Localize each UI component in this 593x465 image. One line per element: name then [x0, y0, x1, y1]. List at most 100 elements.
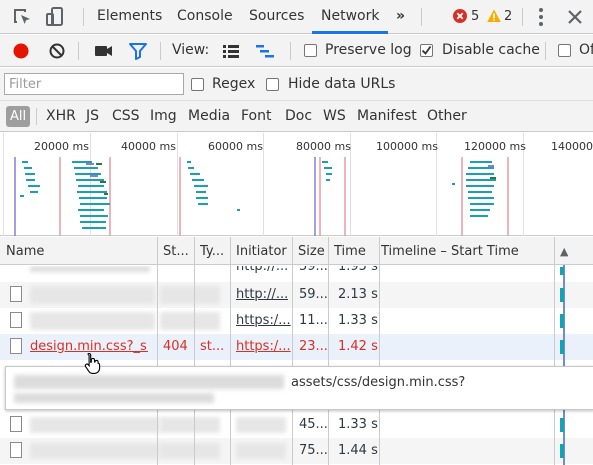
tab-elements[interactable]: Elements [97, 8, 162, 24]
column-status[interactable]: St... [163, 244, 189, 259]
clear-icon[interactable] [45, 39, 69, 63]
waterfall-bar [560, 418, 564, 432]
device-toolbar-icon[interactable] [44, 5, 68, 29]
type-doc[interactable]: Doc [285, 108, 312, 124]
tab-divider [421, 8, 422, 26]
sort-ascending-icon[interactable]: ▲ [560, 245, 568, 258]
row-initiator[interactable]: https:/... [236, 313, 291, 328]
devtools-tabbar: Elements Console Sources Network » 5 2 [0, 0, 593, 34]
row-size: 59... [299, 266, 328, 274]
resource-type-filter: All XHR JS CSS Img Media Font Doc WS Man… [0, 101, 593, 132]
more-options-icon[interactable] [529, 5, 553, 29]
disable-cache-label[interactable]: Disable cache [442, 42, 540, 58]
type-img[interactable]: Img [150, 108, 177, 124]
hide-data-urls-checkbox[interactable] [266, 78, 279, 91]
close-devtools-icon[interactable] [563, 5, 587, 29]
row-time: 1.33 s [338, 417, 378, 432]
redacted-block [30, 266, 150, 272]
file-icon [10, 416, 22, 432]
tab-divider [522, 8, 523, 26]
record-button-icon[interactable] [9, 39, 33, 63]
overview-waterfall [14, 157, 509, 236]
tab-network[interactable]: Network [321, 8, 379, 24]
tab-sources[interactable]: Sources [249, 8, 304, 24]
toolbar-divider [290, 42, 291, 60]
column-divider[interactable] [379, 237, 380, 465]
more-tabs-button[interactable]: » [396, 8, 405, 24]
type-css[interactable]: CSS [112, 108, 140, 124]
column-size[interactable]: Size [298, 244, 325, 259]
table-row[interactable]: 45... 1.33 s [0, 412, 593, 438]
column-timeline[interactable]: Timeline – Start Time [381, 244, 519, 259]
filter-input[interactable] [4, 73, 184, 95]
offline-label[interactable]: Of [579, 42, 593, 58]
type-js[interactable]: JS [86, 108, 99, 124]
file-icon [10, 338, 22, 354]
type-media[interactable]: Media [188, 108, 230, 124]
redacted-block [14, 375, 284, 389]
preserve-log-checkbox[interactable] [304, 44, 317, 57]
column-type[interactable]: Ty... [200, 244, 224, 259]
column-divider[interactable] [292, 237, 293, 465]
row-initiator[interactable]: http://... [236, 266, 288, 274]
tab-divider [83, 8, 84, 26]
requests-table-header: Name St... Ty... Initiator Size Time Tim… [0, 237, 593, 265]
column-divider[interactable] [157, 237, 158, 465]
filter-bar: Regex Hide data URLs [0, 68, 593, 101]
waterfall-view-icon[interactable] [253, 39, 277, 63]
tab-console[interactable]: Console [177, 8, 233, 24]
network-overview[interactable]: 20000 ms 40000 ms 60000 ms 80000 ms 1000… [0, 133, 593, 236]
active-tab-indicator [312, 31, 388, 34]
type-other[interactable]: Other [427, 108, 467, 124]
column-divider[interactable] [554, 237, 555, 465]
toolbar-divider [78, 42, 79, 60]
warning-count[interactable]: 2 [504, 9, 512, 24]
disable-cache-checkbox[interactable] [420, 44, 433, 57]
regex-checkbox[interactable] [191, 78, 204, 91]
type-all[interactable]: All [6, 106, 30, 127]
row-time: 1.33 s [338, 313, 378, 328]
waterfall-bar [560, 314, 564, 328]
table-row[interactable]: 75... 1.44 s [0, 438, 593, 464]
toolbar-divider [545, 42, 546, 60]
table-row[interactable]: http://... 59... 2.13 s [0, 282, 593, 308]
row-initiator[interactable]: https:/... [236, 339, 291, 354]
file-icon [10, 442, 22, 458]
hand-cursor-icon [84, 352, 101, 374]
regex-label[interactable]: Regex [212, 76, 255, 92]
table-row[interactable]: http://... 59... 1.95 s [0, 266, 593, 280]
offline-checkbox[interactable] [558, 44, 571, 57]
column-name[interactable]: Name [6, 244, 44, 259]
warning-icon[interactable] [487, 9, 501, 23]
redacted-block [30, 312, 155, 330]
table-row[interactable]: https:/... 11... 1.33 s [0, 308, 593, 334]
filter-funnel-icon[interactable] [126, 39, 150, 63]
row-size: 45... [299, 417, 328, 432]
type-xhr[interactable]: XHR [46, 108, 76, 124]
column-divider[interactable] [328, 237, 329, 465]
column-divider[interactable] [194, 237, 195, 465]
column-time[interactable]: Time [334, 244, 366, 259]
screenshot-camera-icon[interactable] [92, 39, 116, 63]
row-status: 404 [163, 339, 188, 354]
redacted-block [30, 417, 160, 433]
inspect-element-icon[interactable] [10, 5, 34, 29]
error-count[interactable]: 5 [471, 9, 479, 24]
network-toolbar: View: Preserve log Disable cache Of [0, 35, 593, 67]
preserve-log-label[interactable]: Preserve log [325, 42, 412, 58]
error-icon[interactable] [453, 9, 467, 23]
redacted-block [236, 417, 286, 433]
redacted-block [30, 286, 155, 304]
row-initiator[interactable]: http://... [236, 287, 288, 302]
column-initiator[interactable]: Initiator [236, 244, 287, 259]
tooltip-url-text: assets/css/design.min.css? [291, 375, 466, 390]
column-divider[interactable] [230, 237, 231, 465]
type-ws[interactable]: WS [323, 108, 346, 124]
toolbar-divider [160, 42, 161, 60]
row-size: 75... [299, 443, 328, 458]
type-manifest[interactable]: Manifest [357, 108, 417, 124]
row-type: st... [200, 339, 225, 354]
type-font[interactable]: Font [241, 108, 271, 124]
large-rows-icon[interactable] [219, 39, 243, 63]
hide-data-urls-label[interactable]: Hide data URLs [288, 76, 395, 92]
